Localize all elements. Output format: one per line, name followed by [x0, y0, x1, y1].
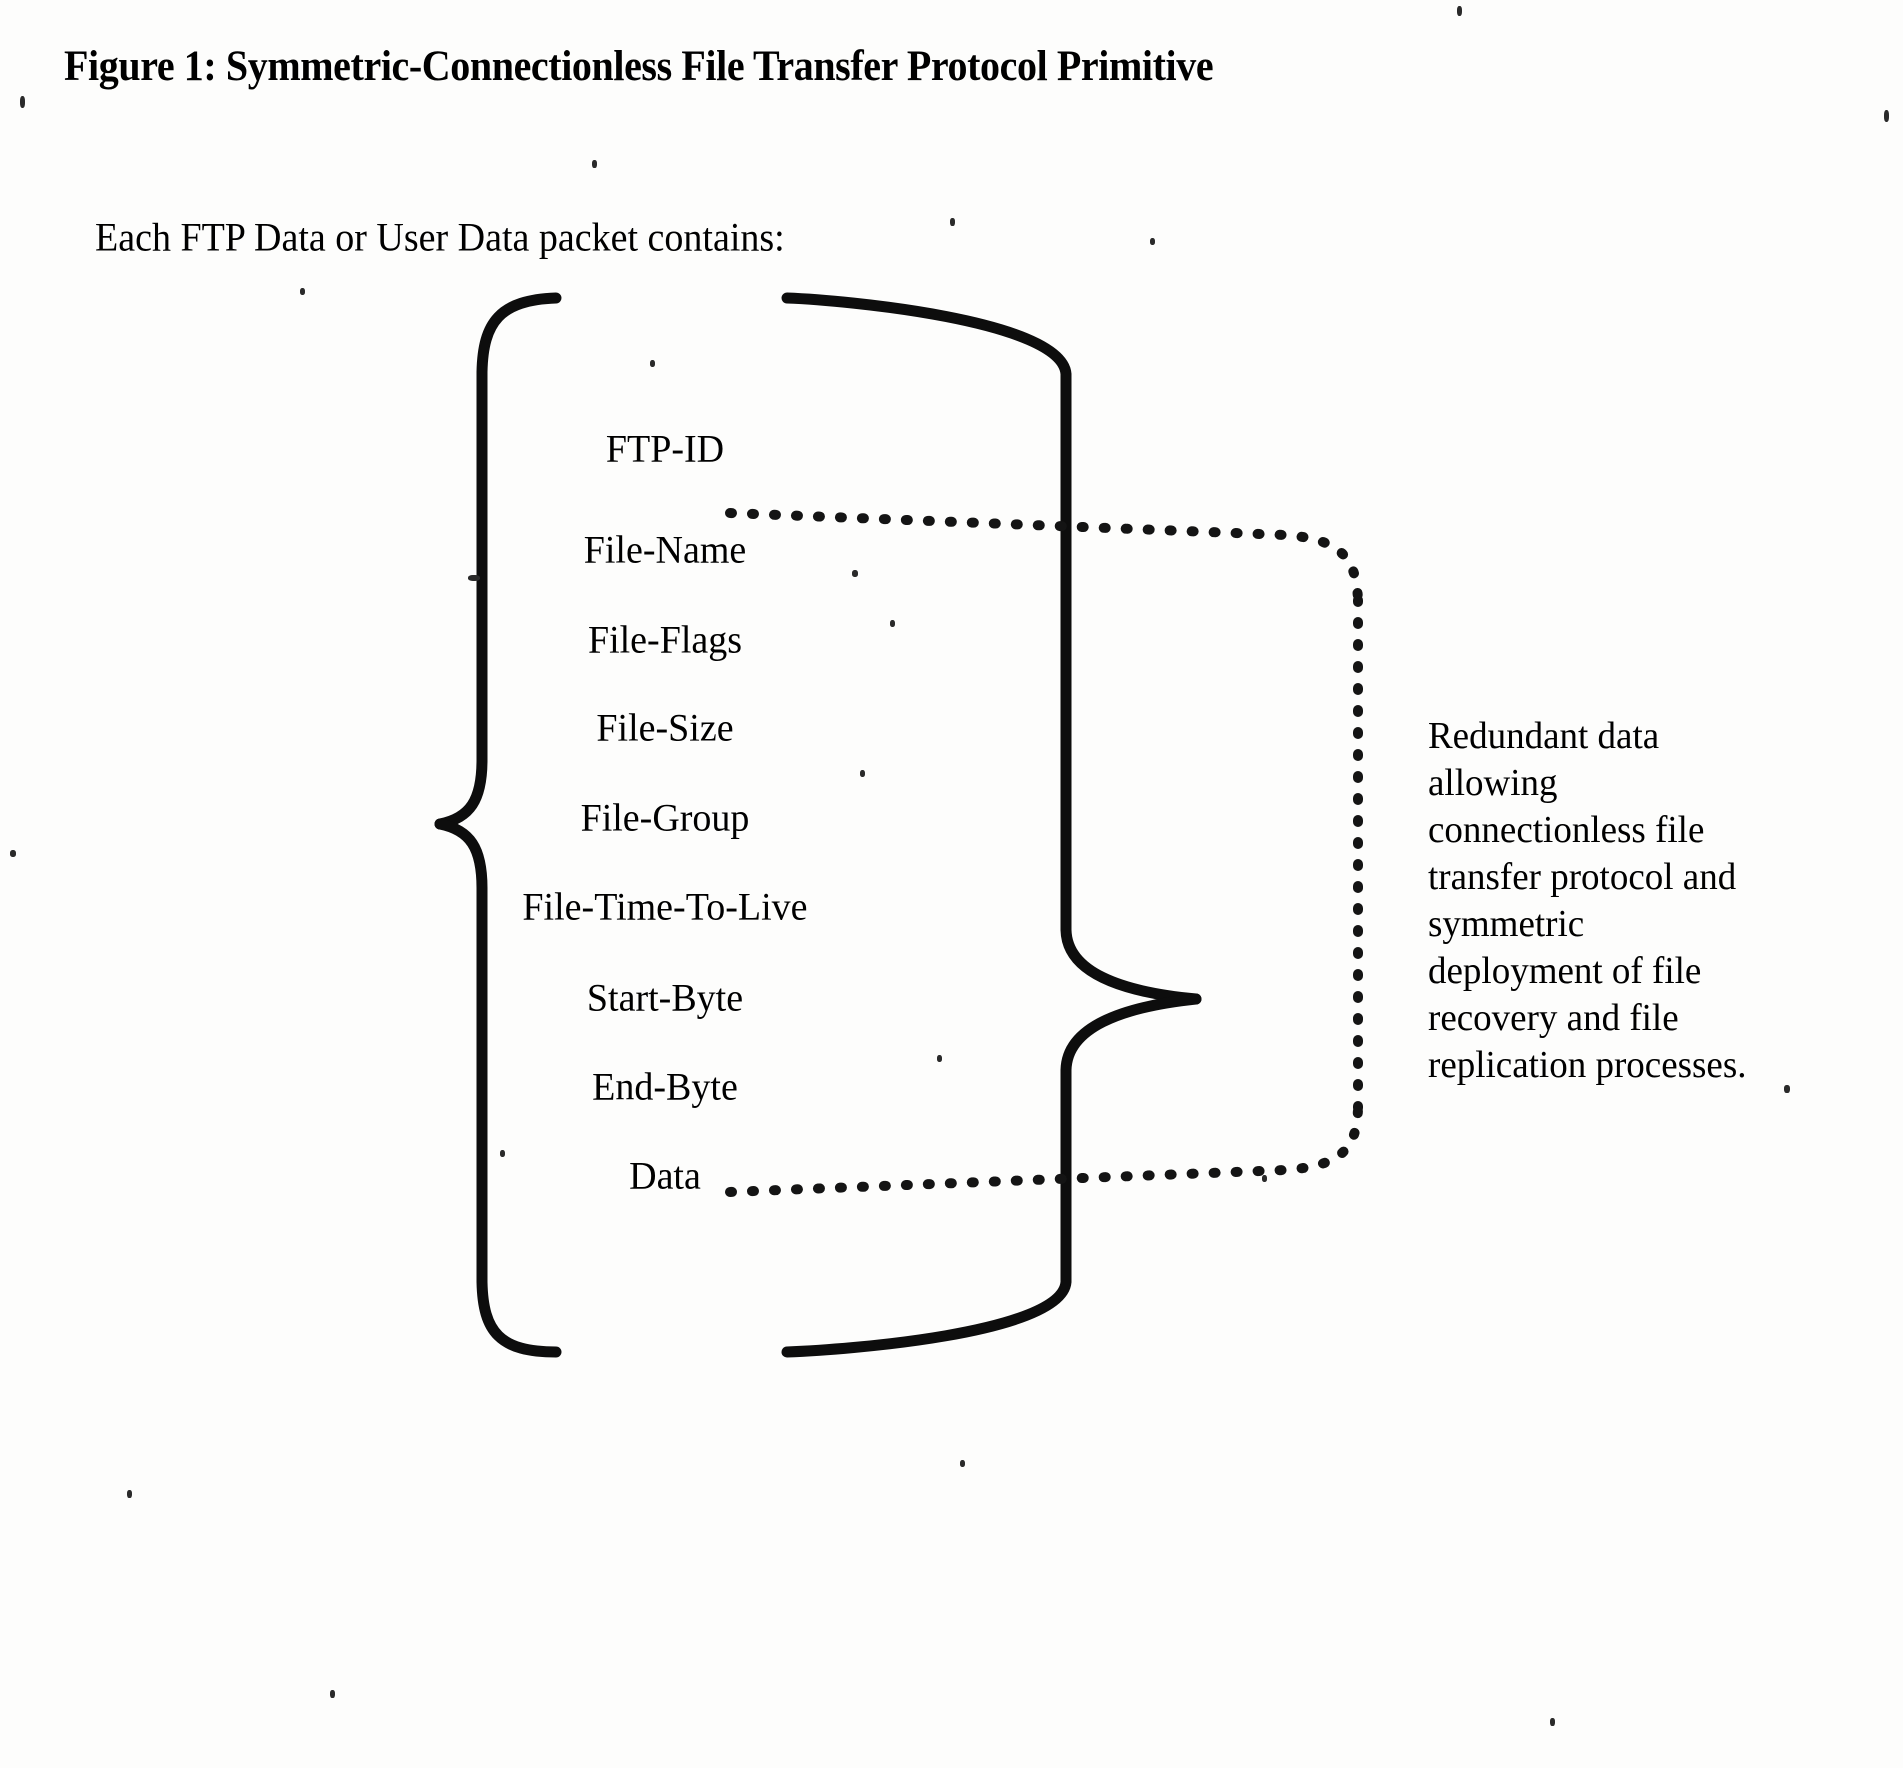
- packet-field: End-Byte: [592, 1065, 738, 1109]
- annotation-line: connectionless file: [1428, 809, 1705, 852]
- scan-speck: [592, 160, 597, 168]
- annotation-line: allowing: [1428, 762, 1558, 805]
- packet-field: Data: [629, 1154, 701, 1198]
- packet-field: File-Size: [596, 706, 734, 750]
- scan-speck: [468, 575, 480, 581]
- scan-speck: [10, 850, 16, 857]
- scan-speck: [650, 360, 655, 367]
- scan-speck: [300, 288, 305, 295]
- scan-speck: [500, 1150, 505, 1157]
- packet-field: Start-Byte: [586, 976, 744, 1020]
- packet-field: File-Time-To-Live: [522, 885, 808, 929]
- scan-speck: [1150, 238, 1155, 245]
- scan-speck: [860, 770, 865, 777]
- scan-speck: [1457, 6, 1462, 16]
- scan-speck: [852, 570, 858, 577]
- packet-field: File-Group: [580, 796, 750, 840]
- figure-title: Figure 1: Symmetric-Connectionless File …: [64, 41, 1214, 90]
- packet-field: FTP-ID: [605, 427, 725, 471]
- redundant-data-annotation: Redundant data allowing connectionless f…: [1428, 712, 1858, 1088]
- scan-speck: [127, 1490, 132, 1498]
- annotation-line: replication processes.: [1428, 1044, 1747, 1087]
- packet-field: File-Name: [583, 528, 747, 572]
- annotation-line: symmetric: [1428, 903, 1585, 946]
- scan-speck: [960, 1460, 965, 1467]
- packet-field-list: FTP-ID File-Name File-Flags File-Size Fi…: [430, 427, 900, 1198]
- intro-sentence: Each FTP Data or User Data packet contai…: [95, 216, 785, 261]
- annotation-line: transfer protocol and: [1428, 856, 1737, 899]
- annotation-line: recovery and file: [1428, 997, 1679, 1040]
- scan-speck: [1262, 1175, 1267, 1182]
- scan-speck: [950, 218, 955, 226]
- scan-speck: [1550, 1718, 1555, 1726]
- packet-field: File-Flags: [587, 618, 743, 662]
- annotation-line: Redundant data: [1428, 715, 1660, 758]
- annotation-line: deployment of file: [1428, 950, 1702, 993]
- scan-speck: [890, 620, 895, 627]
- scan-speck: [937, 1055, 942, 1062]
- scan-speck: [20, 96, 25, 108]
- scan-speck: [1784, 1085, 1790, 1093]
- document-page: Figure 1: Symmetric-Connectionless File …: [0, 0, 1903, 1768]
- scan-speck: [1884, 110, 1889, 122]
- scan-speck: [330, 1690, 335, 1698]
